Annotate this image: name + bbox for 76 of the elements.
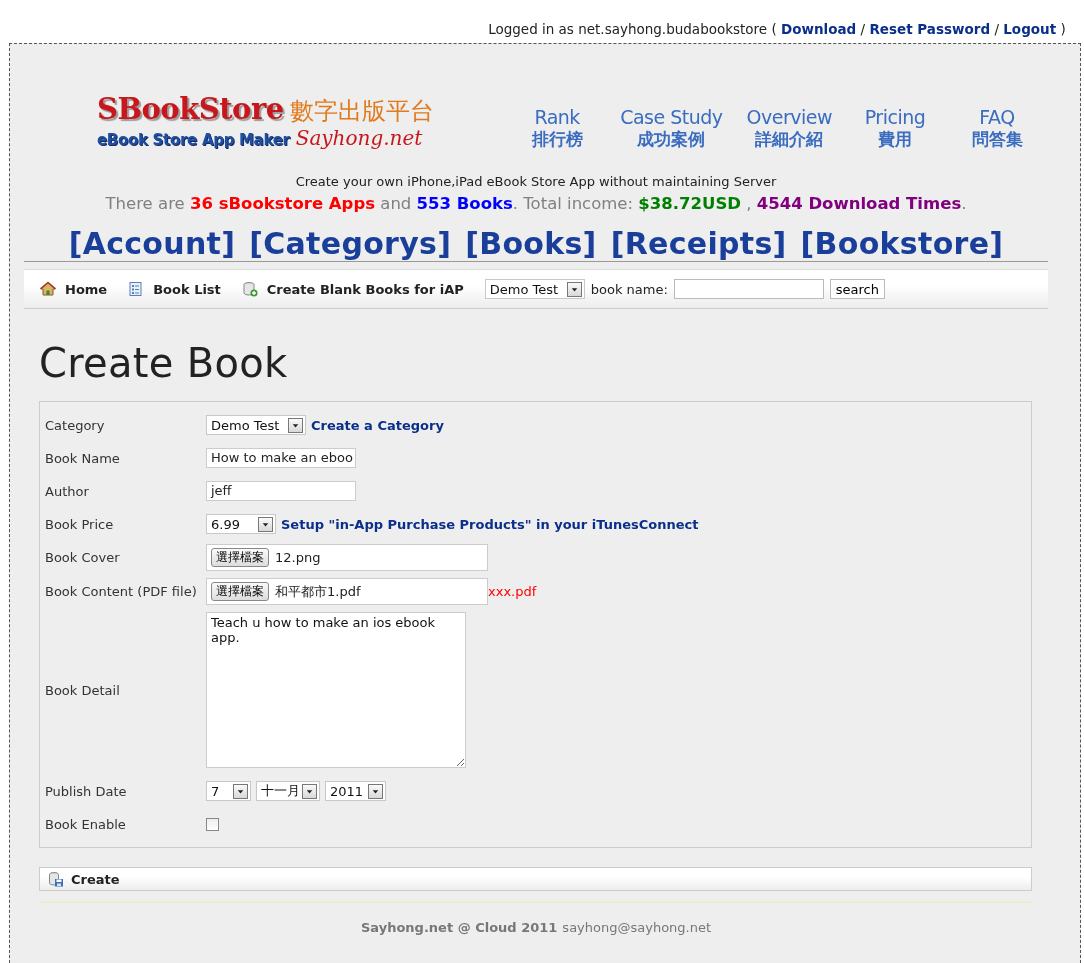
dropdown-field[interactable]: 6.99 xyxy=(206,514,276,534)
separator-text: / xyxy=(859,21,867,37)
list-icon xyxy=(128,281,145,297)
statistics-text: There are 36 sBookstore Apps and 553 Books. Total income: $38.72USD , 4544 Download Times. xyxy=(104,194,968,213)
logo-tagline: eBook Store App Maker xyxy=(97,131,290,149)
category-select[interactable]: Demo Test xyxy=(484,279,585,299)
copyright-text: Sayhong.net @ Cloud 2011 xyxy=(360,920,558,935)
help-link[interactable]: Setup "in-App Purchase Products" in your iTunesConnect xyxy=(281,516,699,532)
separator-text: ) xyxy=(1059,21,1067,37)
create-button[interactable]: Create xyxy=(39,867,1032,891)
nav-label: FAQ xyxy=(979,106,1015,128)
file-name: 12.png xyxy=(275,550,321,565)
nav-label: Case Study xyxy=(620,106,723,128)
site-nav-link[interactable]: Pricing 費用 xyxy=(844,106,946,150)
field-label: Book Cover xyxy=(45,550,121,565)
site-nav-link[interactable]: Overview 詳細介紹 xyxy=(734,106,844,150)
logo[interactable]: SBookStore 數字出版平台 eBook Store App Maker Sayhong.net xyxy=(97,92,471,150)
file-name: 和平都市1.pdf xyxy=(275,582,361,601)
main-menu-link[interactable]: [Bookstore] xyxy=(800,227,1004,261)
field-label: Author xyxy=(45,483,90,499)
choose-file-button[interactable]: 選擇檔案 xyxy=(211,582,269,601)
input-field[interactable]: jeff xyxy=(206,481,356,501)
detail-field[interactable]: Teach u how to make an ios ebook app. xyxy=(206,612,466,768)
dropdown-field[interactable]: Demo Test xyxy=(206,415,306,435)
page-heading: Create Book xyxy=(39,339,289,387)
date-select[interactable]: 十一月 xyxy=(256,781,320,801)
logo-subtitle: 數字出版平台 xyxy=(289,96,434,126)
separator-text: / xyxy=(993,21,1000,37)
file-field[interactable]: 選擇檔案 和平都市1.pdf xyxy=(206,578,488,605)
field-label: Book Name xyxy=(45,450,121,466)
search-button[interactable]: search xyxy=(829,279,885,299)
choose-file-button[interactable]: 選擇檔案 xyxy=(211,548,269,567)
nav-label-chinese: 費用 xyxy=(878,128,912,150)
logo-title: SBookStore xyxy=(97,92,284,126)
field-label: Book Content (PDF file) xyxy=(45,584,198,599)
help-link[interactable]: Create a Category xyxy=(311,417,444,433)
nav-label: Pricing xyxy=(864,106,926,128)
site-nav-link[interactable]: FAQ 問答集 xyxy=(946,106,1048,150)
nav-label-chinese: 排行榜 xyxy=(531,128,583,150)
site-nav-link[interactable]: Rank 排行榜 xyxy=(506,106,609,150)
header-link[interactable]: Reset Password xyxy=(869,21,991,37)
nav-label-chinese: 成功案例 xyxy=(637,128,706,150)
logo-site-name: Sayhong.net xyxy=(295,126,423,150)
file-hint: xxx.pdf xyxy=(488,584,537,599)
input-field[interactable]: How to make an eboo xyxy=(206,448,356,468)
main-menu-link[interactable]: [Books] xyxy=(465,227,597,261)
toolbar-link[interactable]: Home xyxy=(40,281,108,297)
header-link[interactable]: Logout xyxy=(1003,21,1057,37)
field-label: Category xyxy=(45,417,106,433)
login-status: Logged in as net.sayhong.budabookstore ( xyxy=(488,21,778,37)
date-select[interactable]: 2011 xyxy=(325,781,386,801)
checkbox[interactable] xyxy=(206,817,219,831)
field-label: Book Price xyxy=(45,516,115,532)
toolbar-link[interactable]: Create Blank Books for iAP xyxy=(241,281,464,297)
home-icon xyxy=(40,281,56,297)
field-label: Book Detail xyxy=(45,682,121,698)
slogan-text: Create your own iPhone,iPad eBook Store App without maintaining Server xyxy=(294,174,778,189)
header-link[interactable]: Download xyxy=(781,21,857,37)
email-text: sayhong@sayhong.net xyxy=(562,920,712,935)
database-add-icon xyxy=(241,281,258,297)
date-select[interactable]: 7 xyxy=(206,781,251,801)
nav-label: Overview xyxy=(746,106,832,128)
nav-label: Rank xyxy=(534,106,580,128)
nav-label-chinese: 詳細介紹 xyxy=(755,128,824,150)
main-menu-link[interactable]: [Categorys] xyxy=(249,227,452,261)
nav-label-chinese: 問答集 xyxy=(971,128,1023,150)
main-menu-link[interactable]: [Account] xyxy=(68,227,236,261)
toolbar-link[interactable]: Book List xyxy=(128,281,221,297)
field-label: Book Enable xyxy=(45,816,127,832)
search-field[interactable] xyxy=(673,279,824,299)
file-field[interactable]: 選擇檔案 12.png xyxy=(206,544,488,571)
site-nav-link[interactable]: Case Study 成功案例 xyxy=(608,106,735,150)
main-menu-link[interactable]: [Receipts] xyxy=(610,227,787,261)
field-label: Publish Date xyxy=(45,783,128,799)
database-save-icon xyxy=(48,871,64,887)
search-label: book name: xyxy=(590,281,668,297)
